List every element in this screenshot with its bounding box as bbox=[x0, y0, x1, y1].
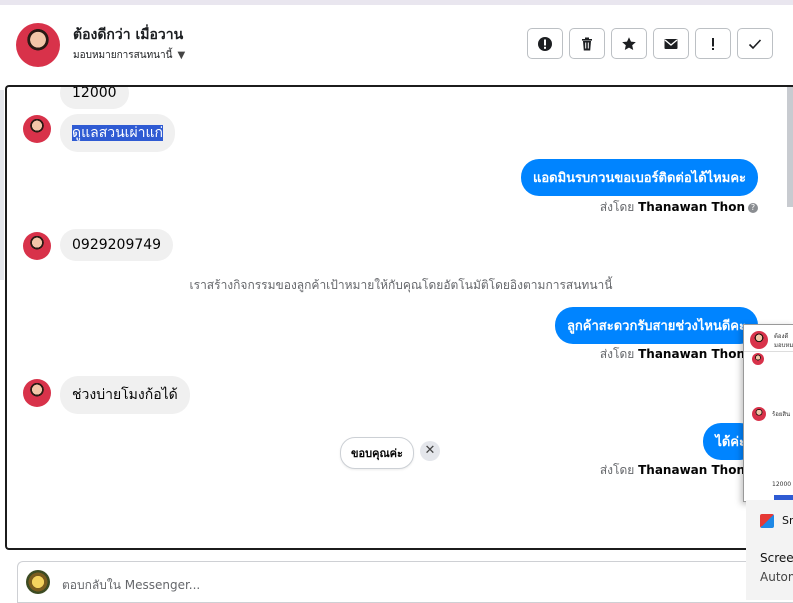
info-icon[interactable]: ? bbox=[748, 202, 758, 213]
message-thread: 12000 ดูแลสวนเผ่าแก่ แอดมินรบกวนขอเบอร์ต… bbox=[5, 85, 793, 550]
popup-avatar-small bbox=[752, 407, 766, 421]
checkmark-icon bbox=[748, 38, 762, 49]
mark-unread-button[interactable] bbox=[653, 28, 689, 59]
follow-up-button[interactable] bbox=[695, 28, 731, 59]
conversation-header: ต้องดีกว่า เมื่อวาน มอบหมายการสนทนานี้ ▼ bbox=[0, 5, 793, 85]
contact-avatar-small bbox=[23, 115, 51, 143]
system-message: เราสร้างกิจกรรมของลูกค้าเป้าหมายให้กับคุ… bbox=[189, 278, 613, 292]
sent-by-prefix: ส่งโดย bbox=[599, 347, 635, 361]
popup-avatar-small bbox=[752, 353, 764, 365]
reply-composer[interactable]: ตอบกลับใน Messenger... bbox=[17, 561, 793, 603]
taskbar-line: Screen bbox=[760, 551, 793, 565]
contact-avatar[interactable] bbox=[16, 23, 60, 67]
contact-avatar-small bbox=[23, 232, 51, 260]
sent-by-agent: Thanawan Thon bbox=[638, 200, 745, 214]
popup-assign: มอบหม bbox=[774, 342, 793, 349]
popup-avatar bbox=[750, 331, 768, 349]
thread-scrollbar[interactable] bbox=[787, 87, 793, 207]
action-toolbar bbox=[527, 28, 773, 59]
popup-divider bbox=[744, 351, 793, 352]
quick-reply-chip[interactable]: ขอบคุณค่ะ bbox=[340, 437, 414, 469]
assign-conversation-dropdown[interactable]: มอบหมายการสนทนานี้ ▼ bbox=[73, 48, 185, 63]
done-button[interactable] bbox=[737, 28, 773, 59]
trash-icon bbox=[582, 37, 592, 50]
message-incoming[interactable]: ช่วงบ่ายโมงก้อได้ bbox=[60, 376, 190, 414]
star-button[interactable] bbox=[611, 28, 647, 59]
contact-name[interactable]: ต้องดีกว่า เมื่อวาน bbox=[73, 24, 183, 46]
sent-by-prefix: ส่งโดย bbox=[599, 200, 635, 214]
sent-by-label: ส่งโดย Thanawan Thon bbox=[600, 461, 745, 480]
popup-message: ร้อยสิน bbox=[772, 411, 791, 418]
sent-by-prefix: ส่งโดย bbox=[599, 463, 635, 477]
sent-by-agent: Thanawan Thon bbox=[638, 463, 745, 477]
message-outgoing[interactable]: ลูกค้าสะดวกรับสายช่วงไหนดีคะ bbox=[554, 307, 758, 344]
selected-text: ดูแลสวนเผ่าแก่ bbox=[72, 125, 164, 141]
sent-by-agent: Thanawan Thon bbox=[638, 347, 745, 361]
dismiss-quick-reply-button[interactable]: ✕ bbox=[420, 441, 440, 461]
delete-button[interactable] bbox=[569, 28, 605, 59]
spam-icon bbox=[538, 36, 552, 51]
contact-avatar-small bbox=[23, 379, 51, 407]
reply-input-placeholder[interactable]: ตอบกลับใน Messenger... bbox=[62, 576, 200, 595]
page-avatar bbox=[26, 570, 50, 594]
message-incoming[interactable]: ดูแลสวนเผ่าแก่ bbox=[60, 114, 176, 152]
assign-label: มอบหมายการสนทนานี้ bbox=[73, 50, 173, 61]
popup-message: 12000 bbox=[772, 481, 792, 488]
snipping-tool-icon bbox=[760, 514, 774, 528]
taskbar-app-name: Sn bbox=[782, 514, 793, 527]
star-icon bbox=[622, 36, 636, 50]
message-incoming[interactable]: 0929209749 bbox=[60, 229, 174, 261]
envelope-icon bbox=[664, 38, 678, 49]
message-incoming[interactable]: 12000 bbox=[60, 87, 129, 109]
left-panel-scrollbar[interactable] bbox=[0, 90, 4, 280]
taskbar-line: Autom bbox=[760, 570, 793, 584]
exclamation-icon bbox=[712, 37, 714, 50]
spam-button[interactable] bbox=[527, 28, 563, 59]
message-outgoing[interactable]: แอดมินรบกวนขอเบอร์ติดต่อได้ไหมคะ bbox=[520, 159, 758, 196]
taskbar-flyout[interactable]: Sn Screen Autom bbox=[746, 500, 793, 600]
overlay-preview-window[interactable]: ต้องดี มอบหม ร้อยสิน 12000 bbox=[743, 324, 793, 502]
sent-by-label: ส่งโดย Thanawan Thon? bbox=[600, 198, 758, 217]
sent-by-label: ส่งโดย Thanawan Thon bbox=[600, 345, 745, 364]
caret-down-icon: ▼ bbox=[177, 50, 186, 61]
